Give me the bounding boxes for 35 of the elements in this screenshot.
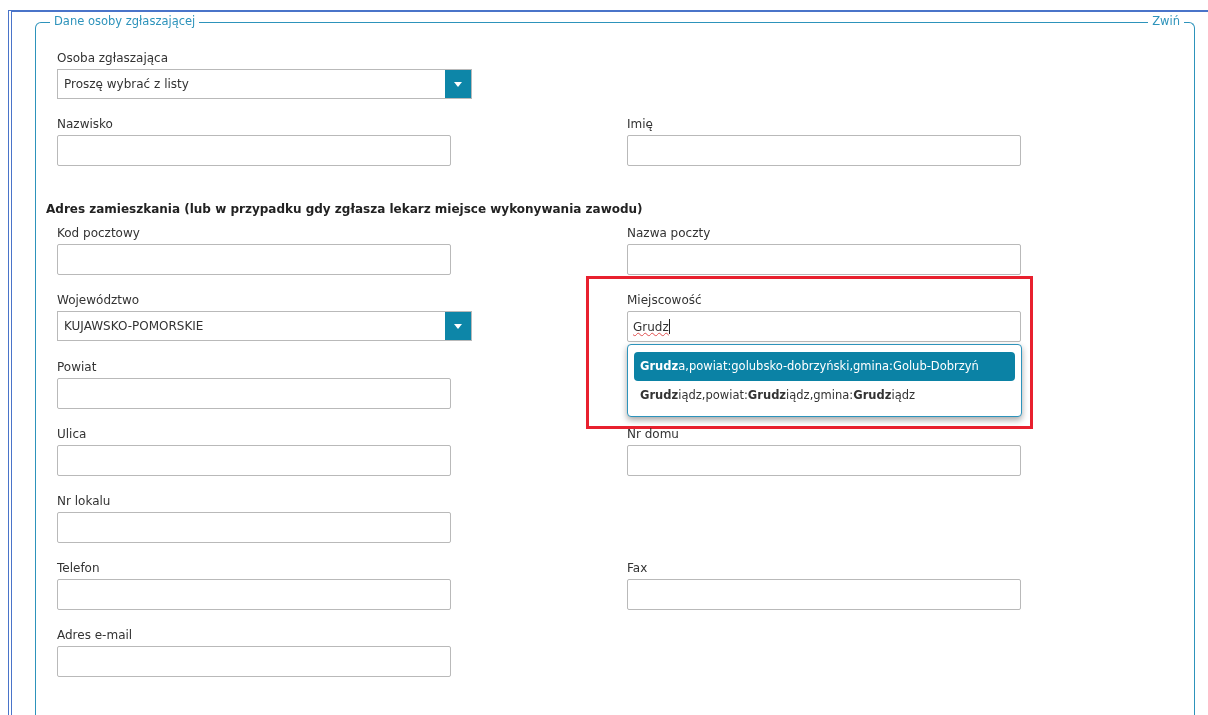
field-label: Adres e-mail <box>57 628 133 644</box>
input-field[interactable] <box>57 646 451 677</box>
input-field[interactable]: Grudz <box>627 311 1021 342</box>
field-label: Osoba zgłaszająca <box>57 51 169 67</box>
dropdown-arrow-icon <box>454 81 462 87</box>
input-field[interactable] <box>627 445 1021 476</box>
suggestion-item[interactable]: Grudziądz,powiat:Grudziądz,gmina:Grudziądz <box>634 381 1015 410</box>
field-label: Imię <box>627 117 653 133</box>
input-field[interactable] <box>57 512 451 543</box>
input-field[interactable] <box>57 579 451 610</box>
input-field[interactable] <box>627 244 1021 275</box>
input-field[interactable] <box>57 378 451 409</box>
field-label: Nr lokalu <box>57 494 111 510</box>
field-label: Nazwisko <box>57 117 113 133</box>
input-field[interactable] <box>627 135 1021 166</box>
select-field[interactable]: Proszę wybrać z listy <box>57 69 472 99</box>
section-title: Dane osoby zgłaszającej <box>50 14 200 28</box>
select-field[interactable]: KUJAWSKO-POMORSKIE <box>57 311 472 341</box>
field-label: Miejscowość <box>627 293 702 309</box>
field-label: Województwo <box>57 293 140 309</box>
field-label: Kod pocztowy <box>57 226 140 242</box>
input-field[interactable] <box>57 445 451 476</box>
input-field[interactable] <box>627 579 1021 610</box>
field-label: Powiat <box>57 360 97 376</box>
suggestion-item[interactable]: Grudza,powiat:golubsko-dobrzyński,gmina:Golub-Dobrzyń <box>634 352 1015 381</box>
dropdown-arrow-icon <box>454 323 462 329</box>
field-label: Ulica <box>57 427 87 443</box>
field-label: Fax <box>627 561 648 577</box>
input-field[interactable] <box>57 135 451 166</box>
field-label: Nazwa poczty <box>627 226 711 242</box>
field-label: Nr domu <box>627 427 679 443</box>
collapse-link[interactable]: Zwiń <box>1148 14 1184 28</box>
section-heading: Adres zamieszkania (lub w przypadku gdy zgłasza lekarz miejsce wykonywania zawodu) <box>46 202 643 216</box>
input-field[interactable] <box>57 244 451 275</box>
field-label: Telefon <box>57 561 100 577</box>
